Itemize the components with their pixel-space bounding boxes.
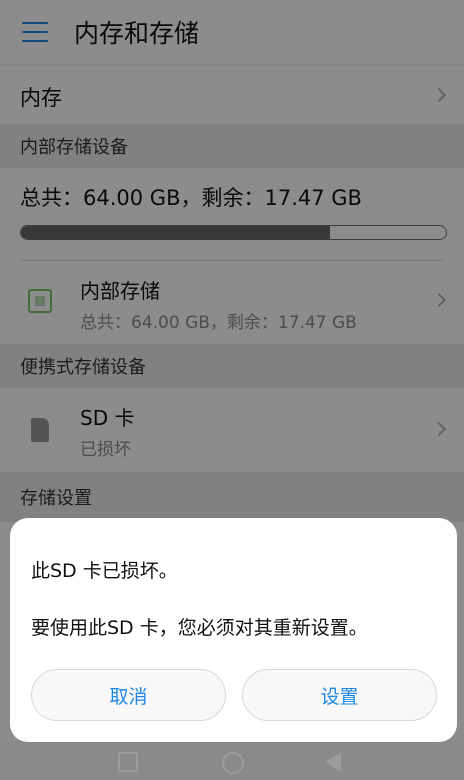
home-icon[interactable] (222, 752, 244, 774)
dialog-message-body: 要使用此SD 卡，您必须对其重新设置。 (31, 617, 368, 639)
cancel-button[interactable]: 取消 (31, 669, 226, 721)
system-nav-bar (0, 742, 464, 780)
setup-button[interactable]: 设置 (242, 669, 437, 721)
recent-apps-icon[interactable] (118, 752, 138, 772)
dialog-message-title: 此SD 卡已损坏。 (31, 560, 178, 582)
sd-damaged-dialog: 此SD 卡已损坏。 要使用此SD 卡，您必须对其重新设置。 取消 设置 (10, 518, 457, 742)
back-icon[interactable] (325, 752, 341, 772)
